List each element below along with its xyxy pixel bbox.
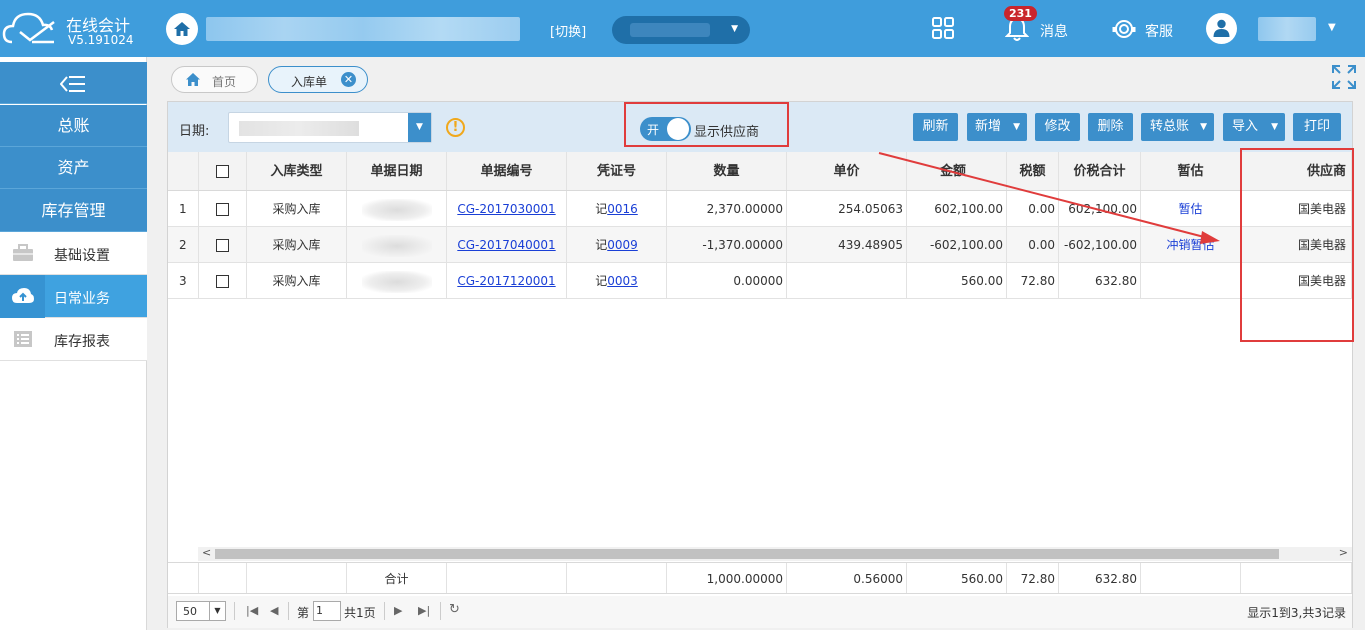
- app-logo[interactable]: 在线会计 V5.191024: [0, 0, 147, 57]
- footer-price: 0.56000: [787, 563, 907, 593]
- sidebar-item-assets[interactable]: 资产: [0, 147, 147, 189]
- notification-badge: 231: [1004, 6, 1037, 21]
- cell-total: 632.80: [1059, 263, 1141, 298]
- collapse-menu-icon: [60, 76, 85, 92]
- cell-type: 采购入库: [247, 263, 347, 298]
- headset-icon[interactable]: [1111, 17, 1137, 41]
- user-avatar[interactable]: [1206, 13, 1237, 44]
- tab-label: 入库单: [291, 75, 328, 89]
- apps-grid-icon[interactable]: [932, 17, 954, 39]
- sidebar-collapse-button[interactable]: [0, 62, 147, 104]
- page-size-select[interactable]: 50 ▼: [176, 601, 226, 621]
- tab-home[interactable]: 首页: [171, 66, 258, 93]
- footer-tax: 72.80: [1007, 563, 1059, 593]
- period-value-redacted: [630, 23, 710, 37]
- prev-page-icon[interactable]: ◀: [270, 604, 278, 617]
- sidebar-item-label: 日常业务: [54, 291, 110, 307]
- company-name-redacted: [206, 17, 520, 41]
- first-page-icon[interactable]: |◀: [246, 604, 258, 617]
- home-icon: [174, 22, 190, 36]
- sidebar-item-daily-business[interactable]: 日常业务: [0, 275, 147, 318]
- footer-amount: 560.00: [907, 563, 1007, 593]
- home-icon: [186, 73, 200, 86]
- period-select[interactable]: ▼: [612, 16, 750, 44]
- sidebar: 总账 资产 库存管理 基础设置 日常业务 库存报表: [0, 57, 147, 630]
- fullscreen-icon[interactable]: [1331, 64, 1357, 90]
- tab-stock-in[interactable]: 入库单 ✕: [268, 66, 368, 93]
- top-header: 在线会计 V5.191024 [切换] ▼ 231 消息 客服 ▼: [0, 0, 1365, 57]
- sidebar-item-inventory-report[interactable]: 库存报表: [0, 318, 147, 361]
- username-redacted[interactable]: [1258, 17, 1316, 41]
- voucher-prefix: 记: [595, 274, 608, 288]
- page-prefix: 第: [297, 606, 310, 620]
- cell-estimate[interactable]: [1141, 263, 1241, 298]
- sidebar-item-label: 库存报表: [54, 334, 110, 350]
- footer-qty: 1,000.00000: [667, 563, 787, 593]
- annotation-arrow: [878, 152, 1220, 244]
- next-page-icon[interactable]: ▶: [394, 604, 402, 617]
- chevron-down-icon: ▼: [209, 602, 225, 620]
- cell-date: [347, 263, 447, 298]
- report-list-icon: [14, 331, 32, 347]
- cell-tax: 72.80: [1007, 263, 1059, 298]
- sidebar-item-inventory[interactable]: 库存管理: [0, 189, 147, 232]
- chevron-down-icon: ▼: [731, 24, 738, 34]
- sidebar-item-basic-settings[interactable]: 基础设置: [0, 232, 147, 275]
- chevron-down-icon[interactable]: ▼: [1328, 22, 1336, 33]
- doc-no-link[interactable]: CG-2017120001: [457, 274, 555, 288]
- last-page-icon[interactable]: ▶|: [418, 604, 430, 617]
- app-version: V5.191024: [68, 33, 134, 47]
- briefcase-icon: [13, 244, 33, 261]
- cell-price: [787, 263, 907, 298]
- sidebar-item-general-ledger[interactable]: 总账: [0, 105, 147, 147]
- sidebar-item-label: 基础设置: [54, 248, 110, 264]
- page-total: 共1页: [344, 606, 376, 620]
- switch-company-link[interactable]: [切换]: [550, 21, 586, 40]
- pagination-info: 显示1到3,共3记录: [1247, 606, 1346, 620]
- cell-voucher: 记0003: [567, 263, 667, 298]
- footer-total-label: 合计: [347, 563, 447, 593]
- tab-label: 首页: [212, 75, 237, 89]
- cell-qty: 0.00000: [667, 263, 787, 298]
- date-redacted: [361, 270, 432, 293]
- row-number: 3: [168, 263, 199, 298]
- pagination-bar: 50 ▼ |◀ ◀ 第 1 共1页 ▶ ▶| ↻ 显示1到3,共3记录: [168, 596, 1352, 628]
- table-footer-totals: 合计 1,000.00000 0.56000 560.00 72.80 632.…: [168, 562, 1352, 594]
- cloud-upload-icon: [12, 288, 34, 303]
- cloud-logo-icon: [2, 12, 55, 44]
- row-checkbox[interactable]: [216, 275, 229, 288]
- scrollbar-thumb[interactable]: [215, 549, 1279, 559]
- customer-service-link[interactable]: 客服: [1145, 21, 1173, 41]
- home-button[interactable]: [166, 13, 198, 45]
- refresh-icon[interactable]: ↻: [449, 602, 460, 617]
- scroll-right-icon[interactable]: >: [1339, 546, 1348, 559]
- cell-amount: 560.00: [907, 263, 1007, 298]
- main-panel: 日期: ▼ ! 开 显示供应商 刷新 新增 ▼ 修改 删除 转总账 ▼ 导入 ▼ 打印…: [167, 101, 1354, 628]
- footer-total: 632.80: [1059, 563, 1141, 593]
- user-icon: [1213, 19, 1230, 37]
- close-icon[interactable]: ✕: [341, 72, 356, 87]
- page-number-input[interactable]: 1: [313, 601, 341, 621]
- row-checkbox-cell[interactable]: [199, 263, 247, 298]
- page-size-value: 50: [183, 605, 197, 618]
- voucher-link[interactable]: 0003: [607, 274, 638, 288]
- messages-link[interactable]: 消息: [1040, 21, 1068, 41]
- cell-doc-no: CG-2017120001: [447, 263, 567, 298]
- horizontal-scrollbar[interactable]: < >: [198, 546, 1352, 561]
- table-row[interactable]: 3 采购入库 CG-2017120001 记0003 0.00000 560.0…: [168, 263, 1352, 299]
- scroll-left-icon[interactable]: <: [202, 546, 211, 559]
